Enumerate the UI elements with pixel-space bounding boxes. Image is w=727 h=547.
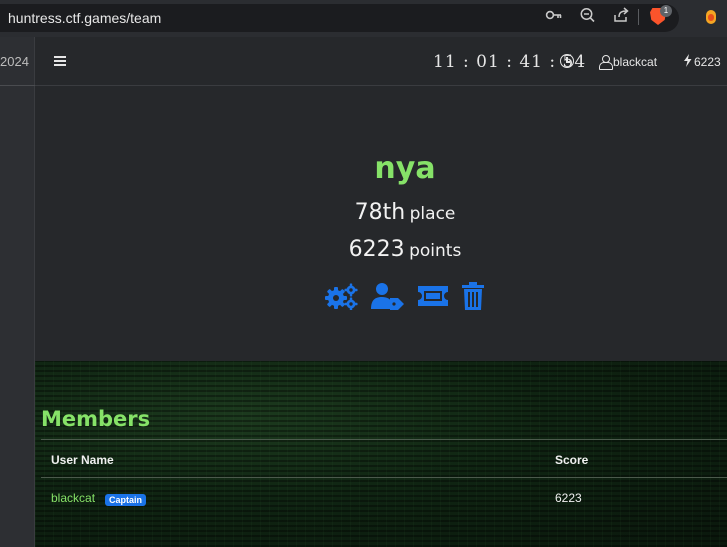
nav-username[interactable]: blackcat: [613, 55, 657, 69]
nav-points[interactable]: 6223: [694, 55, 721, 69]
team-name: nya: [374, 151, 436, 186]
team-points-value: 6223: [348, 237, 405, 262]
sidebar: 2024: [0, 37, 35, 547]
clock-icon[interactable]: [560, 54, 574, 68]
settings-gears-icon[interactable]: [324, 282, 358, 311]
team-header: nya 78th place 6223 points: [35, 86, 727, 361]
browser-toolbar: huntress.ctf.games/team 1: [0, 0, 727, 37]
captain-badge: Captain: [105, 494, 147, 506]
share-icon[interactable]: [612, 7, 630, 23]
team-actions: [324, 282, 494, 312]
menu-icon[interactable]: [54, 56, 66, 66]
team-place-label: place: [409, 204, 456, 224]
members-section: Members User Name Score blackcat Captain…: [35, 361, 727, 547]
team-points: 6223 points: [35, 237, 727, 262]
bolt-icon: [683, 54, 692, 70]
member-name-link[interactable]: blackcat: [51, 491, 95, 505]
top-navbar: 11 : 01 : 41 : 54 blackcat 6223: [35, 37, 727, 86]
user-tag-icon[interactable]: [371, 282, 405, 310]
zoom-out-icon[interactable]: [579, 7, 597, 23]
member-score: 6223: [555, 491, 582, 505]
column-header-username: User Name: [51, 453, 114, 467]
extension-icon[interactable]: [706, 10, 716, 24]
table-header-rule: [41, 477, 727, 478]
address-bar[interactable]: huntress.ctf.games/team: [0, 4, 679, 32]
members-title: Members: [41, 407, 151, 431]
toolbar-divider: [638, 9, 639, 25]
key-icon[interactable]: [545, 7, 563, 23]
column-header-score: Score: [555, 453, 589, 467]
table-top-rule: [41, 439, 727, 440]
ticket-icon[interactable]: [417, 282, 451, 310]
matrix-background: [35, 361, 727, 547]
shields-count-badge: 1: [660, 5, 672, 17]
team-points-label: points: [409, 241, 462, 261]
sidebar-divider: [0, 85, 35, 86]
user-icon[interactable]: [599, 55, 613, 70]
url-text[interactable]: huntress.ctf.games/team: [8, 10, 161, 26]
trash-icon[interactable]: [460, 282, 494, 310]
sidebar-year-text[interactable]: 2024: [0, 54, 29, 69]
team-place: 78th place: [35, 200, 727, 225]
team-place-value: 78th: [354, 200, 406, 225]
